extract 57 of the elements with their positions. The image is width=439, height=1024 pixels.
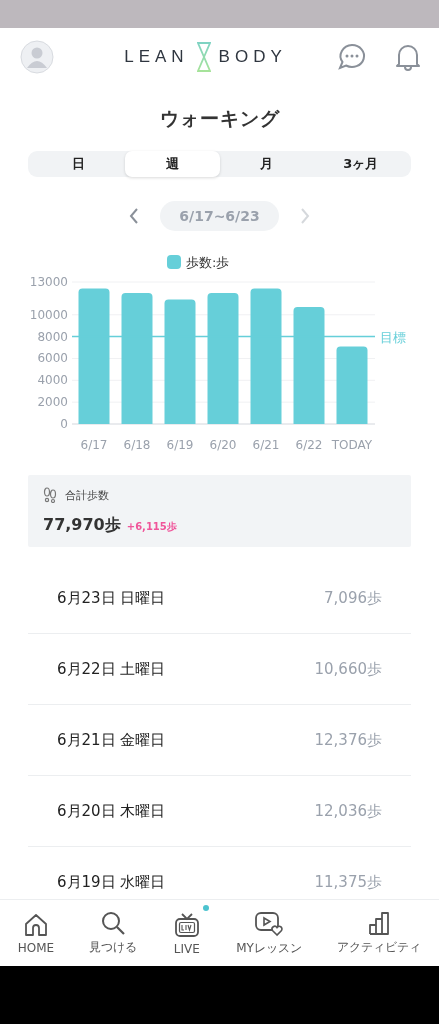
period-tab[interactable]: 月 [219, 151, 314, 177]
page-title: ウォーキング [158, 106, 281, 131]
nav-tab[interactable]: HOME [0, 900, 72, 966]
day-steps: 12,376歩 [314, 730, 382, 750]
legend-label: 歩数:歩 [186, 255, 230, 270]
axis-label: 4000 [37, 373, 68, 388]
chat-icon[interactable] [337, 42, 367, 72]
period-tab[interactable]: 週 [125, 151, 220, 177]
nav-tab[interactable]: 見つける [71, 900, 156, 966]
day-date: 6月20日 木曜日 [57, 801, 166, 821]
day-date: 6月21日 金曜日 [57, 730, 166, 750]
hourglass-icon [196, 42, 211, 72]
nav-tab[interactable]: アクティビティ [319, 900, 439, 966]
day-date: 6月19日 水曜日 [57, 872, 166, 892]
nav-tab[interactable]: MYレッスン [218, 900, 320, 966]
day-row[interactable]: 6月22日 土曜日 10,660歩 [28, 634, 411, 705]
home-icon [22, 911, 49, 938]
day-row[interactable]: 6月23日 日曜日 7,096歩 [28, 563, 411, 634]
axis-label: 6/19 [166, 438, 194, 452]
axis-label: 6/22 [295, 438, 323, 452]
steps-change: +6,115歩 [126, 520, 177, 534]
day-steps: 7,096歩 [324, 588, 382, 608]
chart-legend: 歩数:歩 [167, 255, 230, 270]
video-heart-icon [254, 909, 285, 937]
axis-label: 2000 [37, 395, 68, 410]
axis-label: 8000 [37, 329, 68, 344]
day-steps: 11,375歩 [314, 872, 382, 892]
previous-icon[interactable] [128, 206, 141, 226]
date-range: 6/17~6/23 [160, 201, 279, 231]
logo-text: BODY [218, 47, 287, 67]
day-steps: 10,660歩 [314, 659, 382, 679]
axis-label: 6/21 [252, 438, 280, 452]
logo-text: LEAN [124, 47, 189, 67]
axis-label: 6/20 [209, 438, 237, 452]
axis-label: 0 [60, 417, 68, 431]
period-tab[interactable]: 3ヶ月 [313, 151, 408, 177]
search-icon [100, 910, 127, 936]
axis-label: 10000 [29, 307, 68, 322]
tv-icon [172, 910, 201, 939]
axis-label: 6000 [37, 351, 68, 366]
avatar-icon[interactable] [20, 40, 54, 74]
period-tab[interactable]: 日 [31, 151, 126, 177]
footprints-icon [43, 487, 57, 503]
axis-label: 6/17 [80, 438, 108, 452]
axis-label: 13000 [29, 275, 68, 289]
day-steps: 12,036歩 [314, 801, 382, 821]
day-row[interactable]: 6月21日 金曜日 12,376歩 [28, 705, 411, 776]
bell-icon[interactable] [393, 42, 423, 72]
axis-label: TODAY [331, 438, 373, 452]
goal-label: 目標 [380, 329, 406, 345]
day-row[interactable]: 6月20日 木曜日 12,036歩 [28, 776, 411, 847]
day-date: 6月22日 土曜日 [57, 659, 166, 679]
axis-label: 6/18 [123, 438, 151, 452]
total-steps: 77,970歩 [43, 515, 121, 536]
nav-tab[interactable]: LIVE [155, 900, 219, 966]
summary-label: 合計歩数 [65, 487, 109, 503]
day-date: 6月23日 日曜日 [57, 588, 166, 608]
